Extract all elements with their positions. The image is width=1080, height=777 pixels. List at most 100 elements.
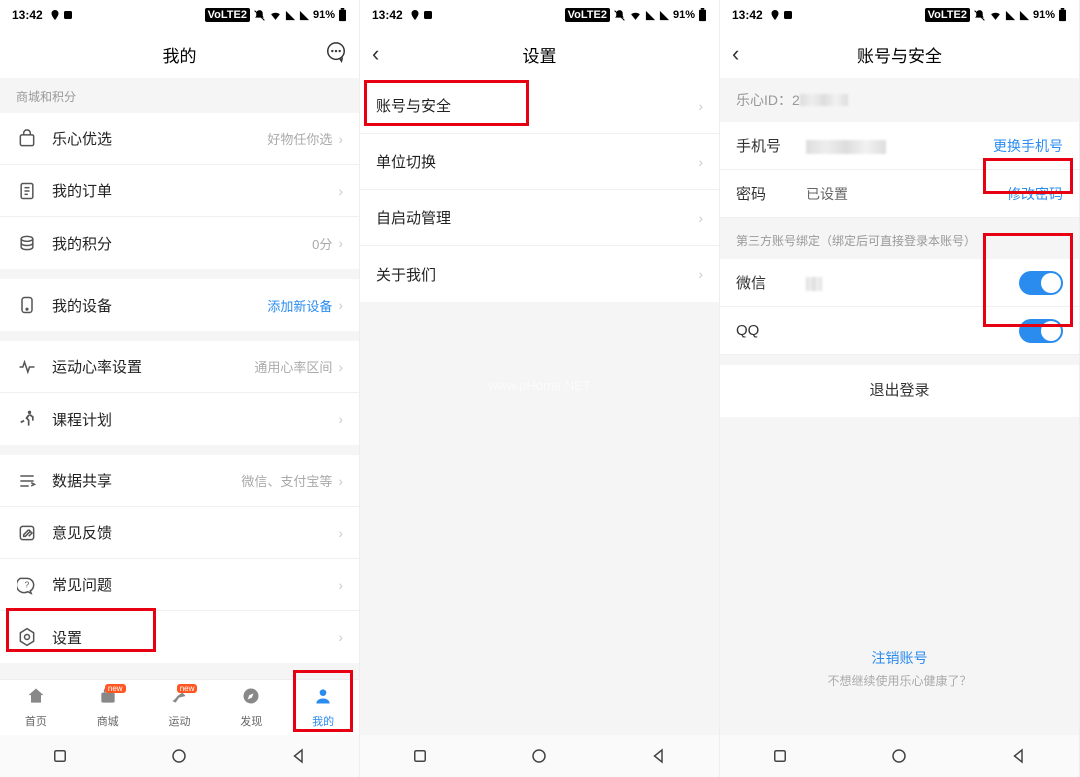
id-value-blurred	[800, 94, 848, 106]
nav-recent-icon[interactable]	[411, 747, 429, 765]
row-label: 自启动管理	[376, 207, 698, 228]
nav-home-icon[interactable]	[170, 747, 188, 765]
page-title: 我的	[163, 42, 197, 67]
change-password-button[interactable]: 修改密码	[1007, 184, 1063, 204]
row-label: 我的订单	[52, 180, 338, 201]
row-value: 好物任你选	[267, 129, 332, 148]
qq-toggle[interactable]	[1019, 319, 1063, 343]
nav-back-icon[interactable]	[1010, 747, 1028, 765]
row-lexin-id: 乐心ID： 2	[720, 78, 1079, 122]
volte-badge: VoLTE2	[205, 8, 250, 22]
row-points[interactable]: 我的积分 0分 ›	[0, 217, 359, 269]
run-icon	[16, 408, 38, 430]
id-label: 乐心ID：	[736, 90, 792, 110]
row-orders[interactable]: 我的订单 ›	[0, 165, 359, 217]
battery-text: 91%	[1033, 9, 1055, 21]
row-label: 常见问题	[52, 574, 338, 595]
badge-new: new	[177, 684, 198, 693]
devices-icon	[16, 294, 38, 316]
tab-label: 商城	[97, 713, 119, 729]
back-button[interactable]: ‹	[372, 41, 379, 67]
chevron-right-icon: ›	[338, 525, 343, 541]
cancel-account-title: 注销账号	[720, 648, 1079, 668]
wechat-toggle[interactable]	[1019, 271, 1063, 295]
nav-recent-icon[interactable]	[771, 747, 789, 765]
tab-mall[interactable]: new 商城	[72, 680, 144, 735]
row-phone: 手机号 更换手机号	[720, 122, 1079, 170]
volte-badge: VoLTE2	[565, 8, 610, 22]
row-share[interactable]: 数据共享 微信、支付宝等 ›	[0, 455, 359, 507]
row-account-security[interactable]: 账号与安全 ›	[360, 78, 719, 134]
nav-home-icon[interactable]	[890, 747, 908, 765]
row-label: 单位切换	[376, 151, 698, 172]
header: ‹ 账号与安全	[720, 30, 1079, 78]
nav-recent-icon[interactable]	[51, 747, 69, 765]
tab-label: 我的	[312, 713, 334, 729]
row-label: 数据共享	[52, 470, 241, 491]
signal-icon	[645, 10, 656, 21]
battery-text: 91%	[313, 9, 335, 21]
back-button[interactable]: ‹	[732, 41, 739, 67]
status-app-icons	[49, 9, 74, 21]
tab-home[interactable]: 首页	[0, 680, 72, 735]
chevron-right-icon: ›	[338, 183, 343, 199]
nav-back-icon[interactable]	[650, 747, 668, 765]
header: ‹ 设置	[360, 30, 719, 78]
phone-label: 手机号	[736, 135, 806, 156]
wifi-icon	[629, 9, 642, 22]
points-icon	[16, 232, 38, 254]
nav-back-icon[interactable]	[290, 747, 308, 765]
compass-icon	[241, 686, 261, 711]
signal-icon-2	[659, 10, 670, 21]
row-value: 0分	[312, 234, 332, 253]
chevron-right-icon: ›	[338, 473, 343, 489]
logout-button[interactable]: 退出登录	[720, 365, 1079, 417]
change-phone-button[interactable]: 更换手机号	[993, 136, 1063, 156]
third-party-header: 第三方账号绑定（绑定后可直接登录本账号）	[720, 218, 1079, 259]
wifi-icon	[989, 9, 1002, 22]
screen-account-security: 13:42 VoLTE2 91% ‹ 账号与安全 乐心ID： 2 手机号	[720, 0, 1080, 777]
pwd-label: 密码	[736, 183, 806, 204]
cancel-account[interactable]: 注销账号 不想继续使用乐心健康了？	[720, 648, 1079, 689]
row-label: 运动心率设置	[52, 356, 254, 377]
chevron-right-icon: ›	[338, 359, 343, 375]
row-autostart[interactable]: 自启动管理 ›	[360, 190, 719, 246]
row-label: 意见反馈	[52, 522, 338, 543]
tab-mine[interactable]: 我的	[287, 680, 359, 735]
tab-sport[interactable]: new 运动	[144, 680, 216, 735]
status-time: 13:42	[12, 8, 43, 22]
bell-off-icon	[253, 9, 266, 22]
row-heartrate[interactable]: 运动心率设置 通用心率区间 ›	[0, 341, 359, 393]
nav-home-icon[interactable]	[530, 747, 548, 765]
row-value: 添加新设备	[267, 296, 332, 315]
tab-discover[interactable]: 发现	[215, 680, 287, 735]
row-about[interactable]: 关于我们 ›	[360, 246, 719, 302]
chevron-right-icon: ›	[338, 577, 343, 593]
signal-icon-2	[1019, 10, 1030, 21]
id-prefix: 2	[792, 92, 800, 108]
row-devices[interactable]: 我的设备 添加新设备 ›	[0, 279, 359, 331]
qq-label: QQ	[736, 322, 806, 339]
row-course[interactable]: 课程计划 ›	[0, 393, 359, 445]
tab-label: 运动	[168, 713, 190, 729]
row-faq[interactable]: ? 常见问题 ›	[0, 559, 359, 611]
message-icon[interactable]	[325, 41, 347, 68]
phone-value-blurred	[806, 140, 886, 154]
chevron-right-icon: ›	[698, 210, 703, 226]
row-feedback[interactable]: 意见反馈 ›	[0, 507, 359, 559]
row-value: 通用心率区间	[254, 357, 332, 376]
row-units[interactable]: 单位切换 ›	[360, 134, 719, 190]
status-time: 13:42	[732, 8, 763, 22]
row-label: 课程计划	[52, 409, 338, 430]
bell-off-icon	[613, 9, 626, 22]
battery-icon	[338, 8, 347, 22]
chevron-right-icon: ›	[698, 266, 703, 282]
share-icon	[16, 470, 38, 492]
tab-label: 首页	[25, 713, 47, 729]
chevron-right-icon: ›	[698, 154, 703, 170]
feedback-icon	[16, 522, 38, 544]
row-settings[interactable]: 设置 ›	[0, 611, 359, 663]
row-shop[interactable]: 乐心优选 好物任你选 ›	[0, 113, 359, 165]
row-value: 微信、支付宝等	[241, 471, 332, 490]
orders-icon	[16, 180, 38, 202]
